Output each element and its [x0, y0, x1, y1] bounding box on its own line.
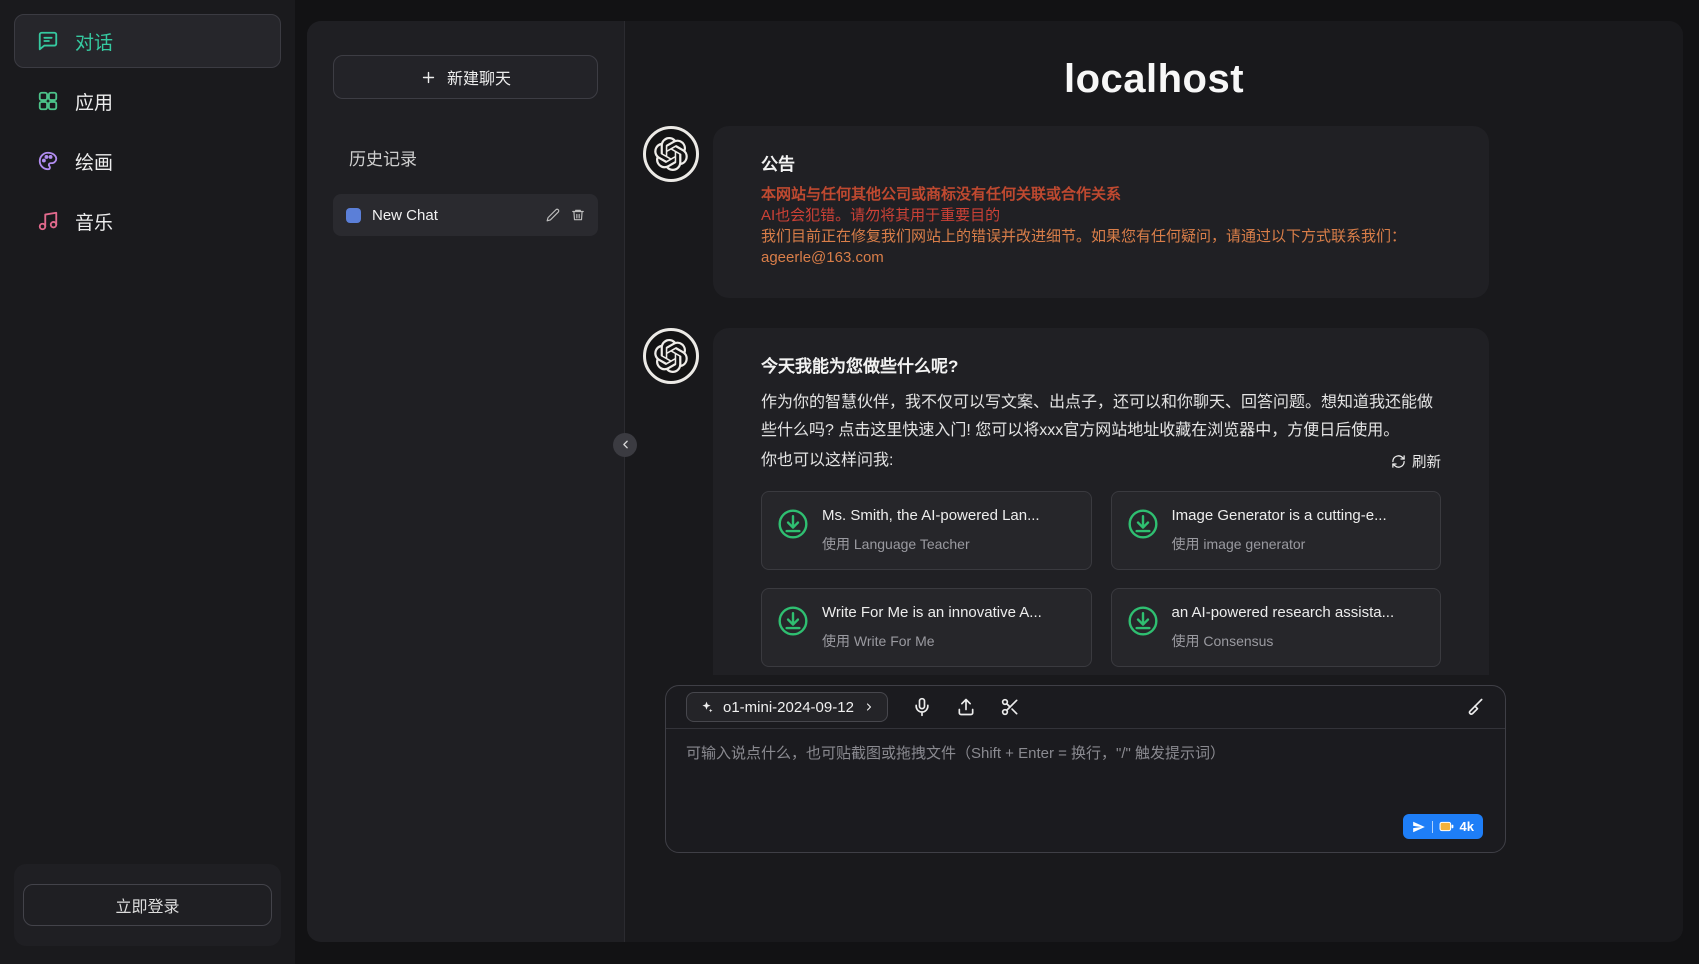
suggestion-title: Image Generator is a cutting-e...	[1172, 507, 1427, 524]
suggestion-grid: Ms. Smith, the AI-powered Lan... 使用 Lang…	[761, 491, 1441, 667]
announcement-line: AI也会犯错。请勿将其用于重要目的	[761, 205, 1441, 226]
sidebar-item-label: 音乐	[75, 208, 113, 235]
sidebar-item-apps[interactable]: 应用	[14, 74, 281, 128]
suggestion-subtitle: 使用 image generator	[1172, 534, 1427, 554]
suggestion-subtitle: 使用 Write For Me	[822, 631, 1077, 651]
history-item-title: New Chat	[372, 207, 535, 224]
suggestion-subtitle: 使用 Language Teacher	[822, 534, 1077, 554]
sidebar-item-label: 对话	[75, 28, 113, 55]
welcome-card: 今天我能为您做些什么呢? 作为你的智慧伙伴，我不仅可以写文案、出点子，还可以和你…	[713, 328, 1489, 675]
send-plane-icon	[1412, 820, 1426, 834]
suggestion-subtitle: 使用 Consensus	[1172, 631, 1427, 651]
plus-icon	[420, 69, 437, 86]
arrow-down-circle-icon	[1126, 507, 1160, 541]
collapse-sidebar-button[interactable]	[613, 433, 637, 457]
welcome-heading: 今天我能为您做些什么呢?	[761, 352, 1441, 377]
openai-logo-icon	[654, 137, 688, 171]
microphone-icon[interactable]	[912, 697, 932, 717]
send-button[interactable]: 4k	[1403, 814, 1483, 839]
suggestion-card[interactable]: Image Generator is a cutting-e... 使用 ima…	[1111, 491, 1442, 570]
music-note-icon	[37, 210, 59, 232]
edit-icon[interactable]	[546, 208, 560, 222]
message-list: 公告 本网站与任何其他公司或商标没有任何关联或合作关系 AI也会犯错。请勿将其用…	[625, 102, 1683, 675]
refresh-suggestions-button[interactable]: 刷新	[1391, 451, 1441, 472]
chat-main-panel: localhost 公告 本网站与任何其他公司或商标没有任何关联或合作关系 AI…	[625, 21, 1683, 942]
refresh-label: 刷新	[1412, 451, 1441, 472]
sidebar-item-label: 绘画	[75, 148, 113, 175]
assistant-message: 今天我能为您做些什么呢? 作为你的智慧伙伴，我不仅可以写文案、出点子，还可以和你…	[643, 328, 1683, 675]
battery-icon	[1439, 821, 1454, 832]
assistant-message: 公告 本网站与任何其他公司或商标没有任何关联或合作关系 AI也会犯错。请勿将其用…	[643, 126, 1683, 298]
ask-prompt: 你也可以这样问我:	[761, 447, 893, 475]
content-card: 新建聊天 历史记录 New Chat localhost	[307, 21, 1683, 942]
refresh-icon	[1391, 454, 1406, 469]
history-title: 历史记录	[349, 145, 598, 170]
assistant-avatar	[643, 126, 699, 182]
chat-list-panel: 新建聊天 历史记录 New Chat	[307, 21, 625, 942]
new-chat-button[interactable]: 新建聊天	[333, 55, 598, 99]
contact-email-link[interactable]: ageerle@163.com	[761, 247, 884, 268]
model-name: o1-mini-2024-09-12	[723, 699, 854, 716]
arrow-down-circle-icon	[776, 604, 810, 638]
sidebar-item-paint[interactable]: 绘画	[14, 134, 281, 188]
announcement-card: 公告 本网站与任何其他公司或商标没有任何关联或合作关系 AI也会犯错。请勿将其用…	[713, 126, 1489, 298]
chat-bubble-icon	[37, 30, 59, 52]
openai-logo-icon	[654, 339, 688, 373]
chevron-left-icon	[619, 438, 632, 451]
history-list-item[interactable]: New Chat	[333, 194, 598, 236]
suggestion-title: Ms. Smith, the AI-powered Lan...	[822, 507, 1077, 524]
page-title: localhost	[625, 57, 1683, 102]
announcement-line: 我们目前正在修复我们网站上的错误并改进细节。如果您有任何疑问，请通过以下方式联系…	[761, 226, 1441, 247]
delete-icon[interactable]	[571, 208, 585, 222]
apps-grid-icon	[37, 90, 59, 112]
sidebar-item-label: 应用	[75, 88, 113, 115]
arrow-down-circle-icon	[1126, 604, 1160, 638]
token-limit-label: 4k	[1460, 819, 1474, 834]
upload-icon[interactable]	[956, 697, 976, 717]
arrow-down-circle-icon	[776, 507, 810, 541]
sidebar-item-chat[interactable]: 对话	[14, 14, 281, 68]
suggestion-card[interactable]: Ms. Smith, the AI-powered Lan... 使用 Lang…	[761, 491, 1092, 570]
login-button[interactable]: 立即登录	[23, 884, 272, 926]
composer-toolbar: o1-mini-2024-09-12	[666, 686, 1505, 729]
announcement-line: 本网站与任何其他公司或商标没有任何关联或合作关系	[761, 184, 1441, 205]
model-selector[interactable]: o1-mini-2024-09-12	[686, 692, 888, 722]
sidebar: 对话 应用 绘画 音乐 立即登录	[0, 0, 295, 964]
composer: o1-mini-2024-09-12	[665, 685, 1506, 853]
chat-color-icon	[346, 208, 361, 223]
composer-body: 4k	[666, 729, 1505, 852]
chat-input[interactable]	[686, 742, 1485, 810]
suggestion-title: an AI-powered research assista...	[1172, 604, 1427, 621]
login-panel: 立即登录	[14, 864, 281, 946]
sidebar-item-music[interactable]: 音乐	[14, 194, 281, 248]
suggestion-title: Write For Me is an innovative A...	[822, 604, 1077, 621]
palette-icon	[37, 150, 59, 172]
clear-context-broom-icon[interactable]	[1465, 697, 1485, 717]
suggestion-card[interactable]: Write For Me is an innovative A... 使用 Wr…	[761, 588, 1092, 667]
model-icon	[699, 700, 714, 715]
badge-divider	[1432, 821, 1433, 833]
assistant-avatar	[643, 328, 699, 384]
welcome-body: 作为你的智慧伙伴，我不仅可以写文案、出点子，还可以和你聊天、回答问题。想知道我还…	[761, 389, 1441, 445]
new-chat-label: 新建聊天	[447, 65, 511, 89]
suggestion-card[interactable]: an AI-powered research assista... 使用 Con…	[1111, 588, 1442, 667]
scissors-icon[interactable]	[1000, 697, 1020, 717]
chevron-right-icon	[863, 701, 875, 713]
announcement-heading: 公告	[761, 150, 1441, 175]
